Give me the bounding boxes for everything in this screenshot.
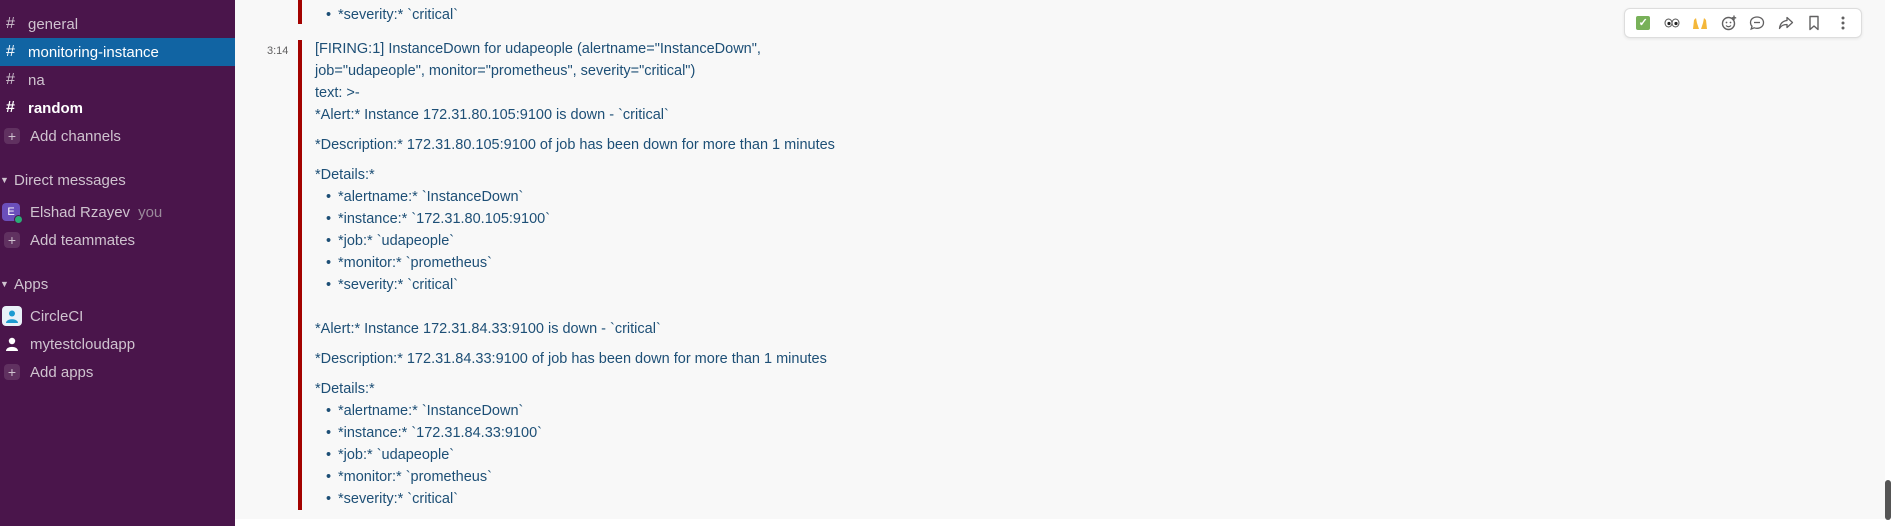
channel-general[interactable]: # general — [0, 10, 235, 38]
add-channels-button[interactable]: + Add channels — [0, 122, 235, 150]
channel-na[interactable]: # na — [0, 66, 235, 94]
scrollbar[interactable] — [1885, 480, 1891, 520]
channel-label: general — [28, 15, 79, 33]
sidebar: # general # monitoring-instance # na # r… — [0, 0, 235, 526]
detail-item: *instance:* `172.31.84.33:9100` — [326, 425, 542, 441]
channel-label: monitoring-instance — [28, 43, 159, 61]
caret-down-icon: ▼ — [0, 279, 9, 289]
detail-item: *instance:* `172.31.80.105:9100` — [326, 211, 550, 227]
alert-line: *Alert:* Instance 172.31.80.105:9100 is … — [315, 107, 669, 123]
add-teammates-button[interactable]: + Add teammates — [0, 226, 235, 254]
detail-item: *alertname:* `InstanceDown` — [326, 189, 523, 205]
avatar: E — [2, 203, 23, 224]
white-check-mark-icon[interactable]: ✓ — [1629, 9, 1657, 37]
alert-line: *Alert:* Instance 172.31.84.33:9100 is d… — [315, 321, 661, 337]
alert-text-line: text: >- — [315, 85, 360, 101]
channel-monitoring-instance[interactable]: # monitoring-instance — [0, 38, 235, 66]
details-label: *Details:* — [315, 381, 375, 397]
detail-item: *severity:* `critical` — [326, 491, 458, 507]
detail-item: *severity:* `critical` — [326, 277, 458, 293]
detail-item: *job:* `udapeople` — [326, 233, 454, 249]
detail-item: *monitor:* `prometheus` — [326, 469, 492, 485]
direct-messages-header[interactable]: ▼ Direct messages — [0, 166, 126, 194]
person-icon — [2, 334, 22, 354]
alert-title-line[interactable]: job="udapeople", monitor="prometheus", s… — [315, 63, 695, 79]
message-pane: *severity:* `critical` 3:14 [FIRING:1] I… — [235, 0, 1894, 526]
hash-icon: # — [6, 43, 15, 60]
app-label: mytestcloudapp — [30, 335, 136, 353]
hash-icon: # — [6, 71, 15, 88]
description-line: *Description:* 172.31.80.105:9100 of job… — [315, 137, 835, 153]
plus-icon: + — [4, 128, 20, 144]
hash-icon: # — [6, 15, 15, 32]
add-apps-label: Add apps — [30, 363, 94, 381]
caret-down-icon: ▼ — [0, 175, 9, 185]
person-icon — [2, 306, 22, 326]
avatar-initial: E — [7, 206, 15, 218]
more-actions-icon[interactable] — [1829, 9, 1857, 37]
alert-title-line[interactable]: [FIRING:1] InstanceDown for udapeople (a… — [315, 41, 761, 57]
add-reaction-icon[interactable] — [1715, 9, 1743, 37]
channel-label: random — [28, 99, 84, 117]
direct-messages-label: Direct messages — [14, 171, 126, 189]
message-actions-toolbar: ✓ — [1624, 8, 1862, 38]
eyes-icon[interactable] — [1658, 9, 1686, 37]
reply-in-thread-icon[interactable] — [1743, 9, 1771, 37]
presence-active-icon — [14, 215, 23, 224]
app-item-mytestcloudapp[interactable]: mytestcloudapp — [0, 330, 235, 358]
add-teammates-label: Add teammates — [30, 231, 136, 249]
detail-item: *job:* `udapeople` — [326, 447, 454, 463]
add-channels-label: Add channels — [30, 127, 121, 145]
plus-icon: + — [4, 232, 20, 248]
detail-item: *alertname:* `InstanceDown` — [326, 403, 523, 419]
hash-icon: # — [6, 99, 15, 116]
apps-header[interactable]: ▼ Apps — [0, 270, 48, 298]
detail-item: *severity:* `critical` — [326, 7, 458, 23]
share-icon[interactable] — [1772, 9, 1800, 37]
detail-item: *monitor:* `prometheus` — [326, 255, 492, 271]
apps-label: Apps — [14, 275, 49, 293]
add-apps-button[interactable]: + Add apps — [0, 358, 235, 386]
dm-user-name: Elshad Rzayev — [30, 203, 131, 221]
bookmark-icon[interactable] — [1800, 9, 1828, 37]
dm-user-you-label: you — [138, 203, 163, 221]
description-line: *Description:* 172.31.84.33:9100 of job … — [315, 351, 827, 367]
plus-icon: + — [4, 364, 20, 380]
app-label: CircleCI — [30, 307, 84, 325]
raised-hands-icon[interactable] — [1686, 9, 1714, 37]
dm-user-item[interactable]: E Elshad Rzayev you — [0, 198, 235, 226]
message-timestamp[interactable]: 3:14 — [267, 45, 288, 57]
app-item-circleci[interactable]: CircleCI — [0, 302, 235, 330]
channel-random[interactable]: # random — [0, 94, 235, 122]
details-label: *Details:* — [315, 167, 375, 183]
attachment-color-bar — [298, 0, 302, 24]
attachment-color-bar — [298, 40, 302, 510]
channel-label: na — [28, 71, 45, 89]
